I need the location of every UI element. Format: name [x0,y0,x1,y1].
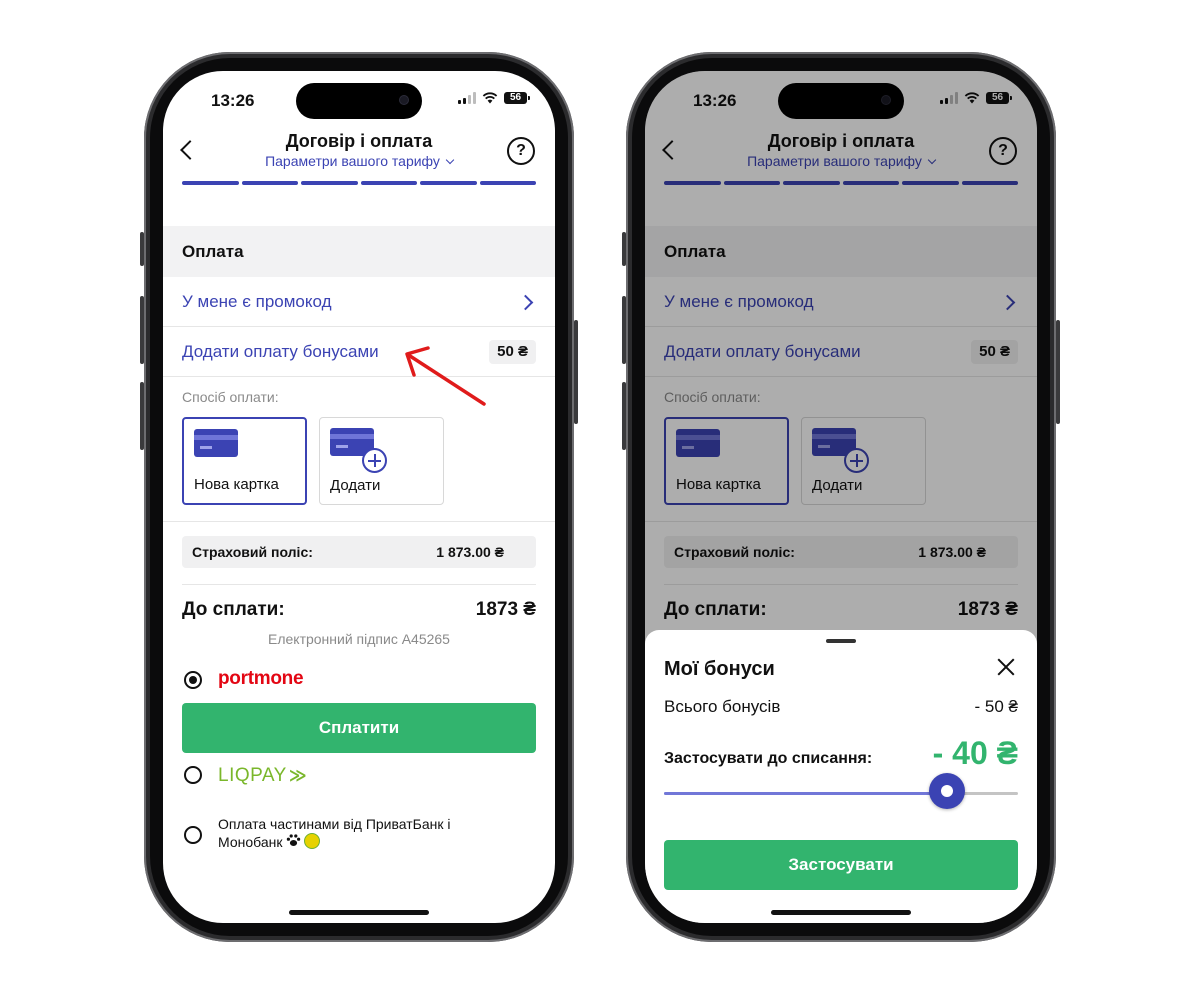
phone-right: 13:26 56 Договір і оплата Параметри вашо… [622,52,1060,942]
total-bonuses-label: Всього бонусів [664,697,781,716]
sheet-title: Мої бонуси [664,658,775,680]
apply-amount: - 40 ₴ [932,735,1018,771]
slider-fill [664,792,948,795]
apply-button[interactable]: Застосувати [664,840,1018,890]
bonuses-bottom-sheet: Мої бонуси Всього бонусів - 50 ₴ Застосу… [645,630,1037,923]
home-indicator [771,910,911,915]
apply-to-charge-label: Застосувати до списання: [664,750,873,767]
screen-bonuses: 13:26 56 Договір і оплата Параметри вашо… [645,71,1037,923]
sheet-grabber[interactable] [826,639,856,643]
slider-thumb[interactable] [929,773,966,809]
total-bonuses-value: - 50 ₴ [974,697,1018,716]
close-icon[interactable] [997,658,1015,676]
bonus-slider[interactable] [664,773,1018,809]
